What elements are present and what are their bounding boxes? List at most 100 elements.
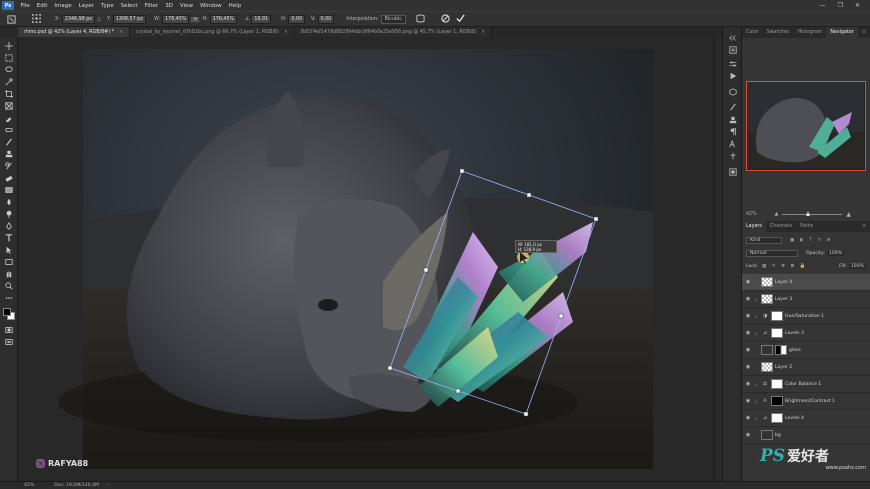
tab-navigator[interactable]: Navigator [826,27,858,38]
screen-mode-icon[interactable] [4,337,14,346]
properties-icon[interactable] [728,59,738,68]
layer-name[interactable]: Layer 2 [775,365,792,370]
menu-help[interactable]: Help [225,3,245,9]
navigator-zoom-value[interactable]: 42% [746,212,757,217]
visibility-eye-icon[interactable]: ◉ [742,313,754,319]
layer-filter-icons[interactable]: ▣ ◐ T ⊓ ⊕ [790,238,832,243]
status-arrow-icon[interactable]: › [107,483,109,488]
transform-handle[interactable] [387,365,393,371]
visibility-eye-icon[interactable]: ◉ [742,296,754,302]
swatches-panel-icon[interactable] [728,167,738,176]
commit-transform-icon[interactable] [456,14,465,25]
menu-file[interactable]: File [17,3,33,9]
lock-icons[interactable]: ▦ ✎ ✥ ⊠ 🔒 [762,264,807,269]
x-field[interactable]: 2346,98 px [61,14,96,24]
warp-icon[interactable] [416,13,425,25]
angle-field[interactable]: 19,91 [251,14,272,24]
eraser-tool-icon[interactable] [4,173,14,182]
gradient-tool-icon[interactable] [4,185,14,194]
minimize-button[interactable]: — [820,2,826,9]
layer-row-bg[interactable]: ◉ bg [742,427,870,444]
layers-menu-icon[interactable]: ≡ [858,221,870,232]
blend-mode-select[interactable]: Normal [746,249,798,257]
layer-row-color-balance[interactable]: ◉ ↳ ⚖ Color Balance 1 [742,376,870,393]
layer-name[interactable]: glass [789,348,801,353]
navigator-preview[interactable] [746,81,866,171]
fill-field[interactable]: 100% [848,263,866,269]
visibility-eye-icon[interactable]: ◉ [742,364,754,370]
clone-stamp-tool-icon[interactable] [4,149,14,158]
v-skew-field[interactable]: 0,00 [317,14,335,24]
reference-point-icon[interactable] [32,13,41,25]
tab-layers[interactable]: Layers [742,221,766,232]
width-field[interactable]: 176,45% [162,14,190,24]
history-brush-tool-icon[interactable] [4,161,14,170]
h-skew-field[interactable]: 0,00 [288,14,306,24]
transform-handle[interactable] [593,216,599,222]
menu-filter[interactable]: Filter [141,3,162,9]
layer-name[interactable]: Levels 3 [785,331,804,336]
layer-row-glass[interactable]: ◉ glass [742,342,870,359]
quick-mask-icon[interactable] [4,325,14,334]
hand-tool-icon[interactable] [4,269,14,278]
paragraph-icon[interactable] [728,127,738,136]
layer-row-layer-3[interactable]: ◉ ↳ Layer 3 [742,291,870,308]
transform-handle[interactable] [523,411,529,417]
dodge-tool-icon[interactable] [4,209,14,218]
canvas-area[interactable]: W: 181,0 px H: 138,9 px RAFYA88 [18,37,714,481]
close-button[interactable]: ✕ [855,2,860,9]
menu-view[interactable]: View [176,3,196,9]
marquee-tool-icon[interactable] [4,53,14,62]
path-selection-tool-icon[interactable] [4,245,14,254]
zoom-slider-handle[interactable] [806,210,811,216]
layer-name[interactable]: Layer 3 [775,297,792,302]
transform-handle[interactable] [459,168,465,174]
transform-handle[interactable] [455,388,461,394]
type-tool-icon[interactable] [4,233,14,242]
menu-select[interactable]: Select [117,3,141,9]
transform-handle[interactable] [526,192,532,198]
canvas-scrollbar[interactable] [714,37,722,481]
visibility-eye-icon[interactable]: ◉ [742,432,754,438]
layer-name[interactable]: Levels 4 [785,416,804,421]
layer-name[interactable]: bg [775,433,781,438]
status-zoom[interactable]: 42% [24,483,34,488]
transform-handle[interactable] [423,267,429,273]
layer-row-layer-2[interactable]: ◉ Layer 2 [742,359,870,376]
zoom-slider[interactable] [782,210,843,216]
visibility-eye-icon[interactable]: ◉ [742,381,754,387]
zoom-out-icon[interactable]: ▲ [775,212,779,217]
document-canvas[interactable] [18,37,714,481]
visibility-eye-icon[interactable]: ◉ [742,330,754,336]
color-swatches[interactable] [2,307,16,321]
menu-type[interactable]: Type [97,3,117,9]
brush-settings-icon[interactable] [728,102,738,111]
layer-row-levels-3[interactable]: ◉ ↳ ⊿ Levels 3 [742,325,870,342]
transform-handle[interactable] [558,313,564,319]
close-tab-icon[interactable]: × [284,30,288,35]
tab-channels[interactable]: Channels [766,221,796,232]
history-icon[interactable] [728,45,738,54]
visibility-eye-icon[interactable]: ◉ [742,279,754,285]
tab-paths[interactable]: Paths [796,221,817,232]
cancel-transform-icon[interactable] [441,13,450,25]
layer-row-layer-4[interactable]: ◉ Layer 4 [742,274,870,291]
menu-window[interactable]: Window [196,3,225,9]
opacity-field[interactable]: 100% [826,250,845,256]
tab-crystal[interactable]: crystal_by_wyonet_d7k01bu.png @ 66,7% (L… [130,27,295,37]
actions-icon[interactable] [728,71,738,80]
crop-tool-icon[interactable] [4,89,14,98]
foreground-color-swatch[interactable] [3,308,11,316]
tab-histogram[interactable]: Histogram [793,27,826,38]
link-icon[interactable]: ⊖ [191,16,200,22]
brush-tool-icon[interactable] [4,137,14,146]
tab-image3[interactable]: 8d574ef1479d882894dbc9f64b0e25e956.png @… [294,27,493,37]
more-tools-icon[interactable] [4,293,14,302]
rectangle-tool-icon[interactable] [4,257,14,266]
kind-filter-select[interactable]: Kind [746,236,782,244]
eyedropper-tool-icon[interactable] [4,113,14,122]
blur-tool-icon[interactable] [4,197,14,206]
menu-edit[interactable]: Edit [33,3,51,9]
tool-preset-icon[interactable] [4,14,18,24]
close-tab-icon[interactable]: × [119,30,123,35]
